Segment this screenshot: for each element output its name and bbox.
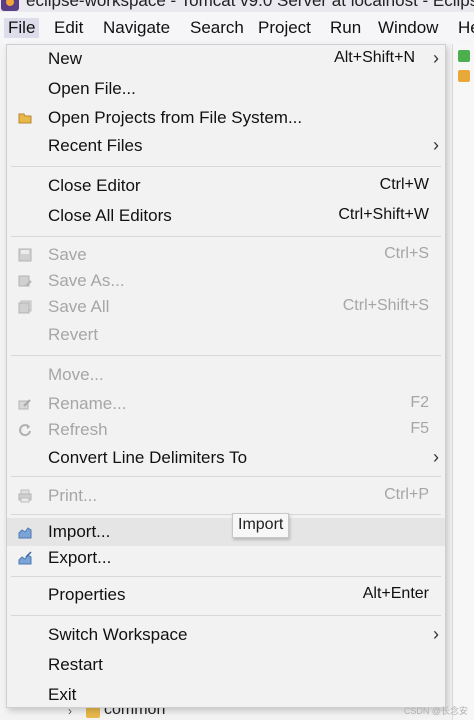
printer-icon [18,489,32,503]
menu-item-move[interactable]: Move... [7,361,445,389]
menu-bar: File Edit Navigate Search Project Run Wi… [0,12,474,44]
export-icon [18,551,32,565]
menu-item-shortcut: Ctrl+P [384,486,429,503]
menu-separator [11,355,441,356]
submenu-chevron-icon: › [433,135,439,155]
menu-item-label: Convert Line Delimiters To [48,448,248,467]
save-all-icon [18,300,32,314]
menu-item-restart[interactable]: Restart [7,651,445,679]
menu-item-label: Save As... [48,271,125,290]
rename-icon [18,397,32,411]
menu-item-label: Switch Workspace [48,625,188,644]
menu-item-label: Recent Files [48,136,143,155]
menu-item-recent-files[interactable]: Recent Files › [7,132,445,160]
menu-item-open-projects[interactable]: Open Projects from File System... [7,104,445,132]
submenu-chevron-icon: › [433,447,439,467]
menu-item-print[interactable]: Print... Ctrl+P [7,482,445,510]
menu-item-label: New [48,49,83,68]
menu-item-save-all[interactable]: Save All Ctrl+Shift+S [7,293,445,321]
menu-item-label: Close Editor [48,176,141,195]
menu-item-shortcut: Ctrl+W [379,176,429,193]
menu-item-shortcut: F5 [410,420,429,437]
file-menu-dropdown: New Alt+Shift+N › Open File... Open Proj… [6,44,446,708]
menu-item-label: Properties [48,585,126,604]
title-bar: eclipse-workspace - Tomcat v9.0 Server a… [0,0,474,12]
menu-item-shortcut: Alt+Shift+N [334,49,415,66]
submenu-chevron-icon: › [433,48,439,68]
menu-item-label: Restart [48,655,103,674]
menu-item-shortcut: Ctrl+S [384,245,429,262]
menu-item-rename[interactable]: Rename... F2 [7,390,445,418]
window-title: eclipse-workspace - Tomcat v9.0 Server a… [26,0,474,10]
menu-item-refresh[interactable]: Refresh F5 [7,416,445,444]
menu-item-open-file[interactable]: Open File... [7,75,445,103]
menu-item-label: Refresh [48,420,108,439]
menu-project[interactable]: Project [258,18,311,38]
menu-item-label: Rename... [48,394,127,413]
menu-item-save-as[interactable]: Save As... [7,267,445,295]
menu-item-new[interactable]: New Alt+Shift+N › [7,45,445,73]
ide-side-toolbar [452,44,474,720]
menu-item-shortcut: Ctrl+Shift+S [342,297,429,314]
menu-item-properties[interactable]: Properties Alt+Enter [7,581,445,609]
menu-item-switch-workspace[interactable]: Switch Workspace › [7,621,445,649]
menu-item-label: Exit [48,685,77,704]
menu-item-export[interactable]: Export... [7,544,445,572]
menu-item-shortcut: F2 [410,394,429,411]
watermark: CSDN @长念安 [403,706,468,716]
open-folder-icon [18,111,32,125]
menu-window[interactable]: Window [378,18,438,38]
menu-item-label: Close All Editors [48,206,172,225]
menu-item-convert-line-delimiters[interactable]: Convert Line Delimiters To › [7,444,445,472]
menu-item-revert[interactable]: Revert [7,321,445,349]
menu-separator [11,576,441,577]
import-tooltip: Import [232,513,290,538]
menu-edit[interactable]: Edit [54,18,83,38]
menu-help[interactable]: He [458,18,474,38]
save-icon [18,248,32,262]
menu-item-close-all-editors[interactable]: Close All Editors Ctrl+Shift+W [7,202,445,230]
server-icon[interactable] [458,50,470,62]
menu-item-label: Open File... [48,79,136,98]
menu-separator [11,615,441,616]
menu-item-shortcut: Alt+Enter [362,585,429,602]
menu-separator [11,476,441,477]
folder-icon[interactable] [458,70,470,82]
menu-item-shortcut: Ctrl+Shift+W [338,206,429,223]
menu-item-label: Export... [48,548,112,567]
menu-item-save[interactable]: Save Ctrl+S [7,241,445,269]
menu-run[interactable]: Run [330,18,361,38]
menu-separator [11,514,441,515]
menu-item-import[interactable]: Import... [7,518,445,546]
submenu-chevron-icon: › [433,624,439,644]
menu-item-label: Open Projects from File System... [48,108,303,127]
save-as-icon [18,274,32,288]
menu-file[interactable]: File [4,18,40,38]
menu-item-exit[interactable]: Exit [7,681,445,709]
menu-separator [11,236,441,237]
menu-item-label: Save [48,245,87,264]
menu-item-label: Move... [48,365,104,384]
eclipse-window: eclipse-workspace - Tomcat v9.0 Server a… [0,0,474,720]
menu-item-label: Save All [48,297,110,316]
menu-item-close-editor[interactable]: Close Editor Ctrl+W [7,172,445,200]
menu-separator [11,166,441,167]
menu-item-label: Import... [48,522,111,541]
refresh-icon [18,423,32,437]
menu-navigate[interactable]: Navigate [103,18,170,38]
import-icon [18,525,32,539]
menu-search[interactable]: Search [190,18,244,38]
menu-item-label: Print... [48,486,98,505]
eclipse-app-icon [1,0,19,11]
menu-item-label: Revert [48,325,99,344]
